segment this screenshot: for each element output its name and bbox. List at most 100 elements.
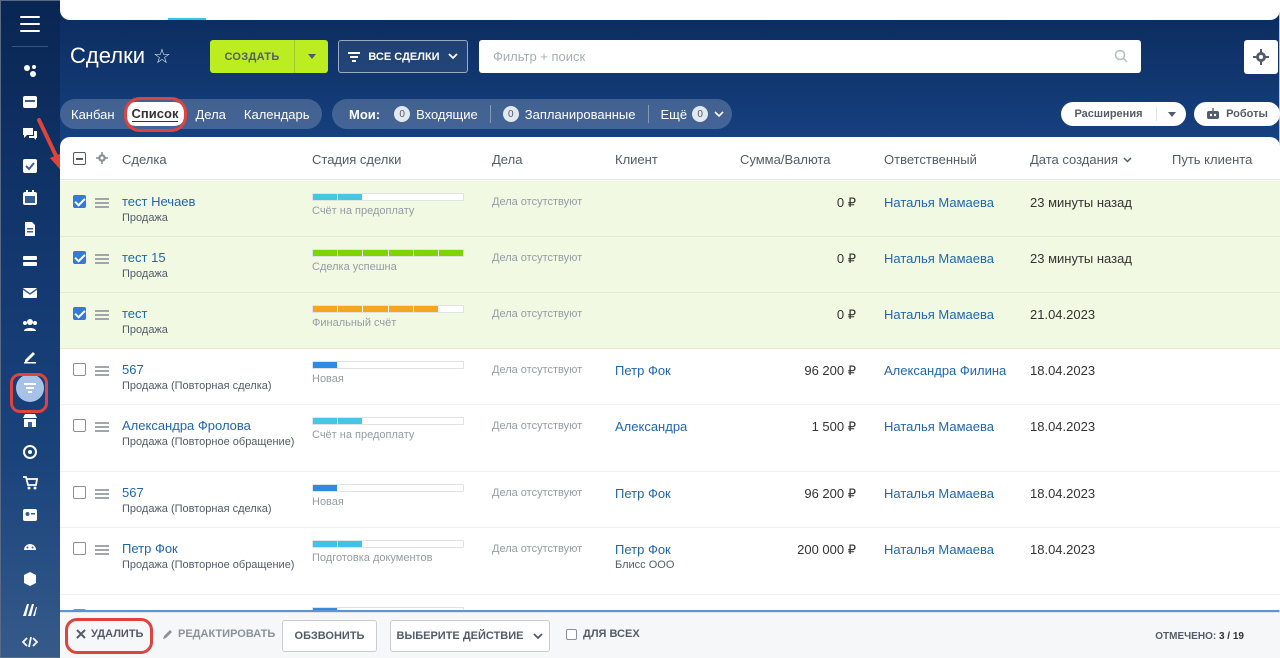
stage-segment[interactable] [438, 194, 464, 200]
responsible-link[interactable]: Наталья Мамаева [884, 542, 994, 557]
stage-segment[interactable] [313, 485, 339, 491]
robots-button[interactable]: Роботы [1194, 102, 1280, 126]
deal-title-link[interactable]: тест 15 [122, 250, 302, 266]
create-button-label[interactable]: СОЗДАТЬ [210, 40, 294, 73]
drag-handle-icon[interactable] [95, 198, 109, 208]
sidebar-item-feed[interactable] [0, 55, 60, 87]
search-input[interactable] [479, 40, 1141, 73]
responsible-link[interactable]: Наталья Мамаева [884, 486, 994, 501]
client-link[interactable]: Александра [615, 419, 687, 434]
stage-segment[interactable] [388, 250, 414, 256]
deal-title-link[interactable]: тест Нечаев [122, 194, 302, 210]
sidebar-item-employees[interactable] [0, 309, 60, 341]
sidebar-item-contacts[interactable] [0, 499, 60, 531]
menu-icon[interactable] [20, 16, 40, 32]
row-checkbox[interactable] [73, 251, 86, 264]
sidebar-item-sites[interactable] [0, 595, 60, 627]
select-all-checkbox[interactable] [73, 152, 86, 165]
stage-progress-bar[interactable] [312, 361, 464, 369]
stage-segment[interactable] [313, 250, 339, 256]
stage-segment[interactable] [413, 306, 439, 312]
stage-segment[interactable] [338, 250, 364, 256]
filter-planned[interactable]: 0 Запланированные [502, 106, 636, 122]
stage-segment[interactable] [363, 541, 389, 547]
stage-segment[interactable] [363, 362, 389, 368]
client-link[interactable]: Петр Фок [615, 542, 674, 557]
choose-action-select[interactable]: ВЫБЕРИТЕ ДЕЙСТВИЕ [390, 620, 550, 652]
row-checkbox[interactable] [73, 486, 86, 499]
stage-progress-bar[interactable] [312, 417, 464, 425]
view-activities[interactable]: Дела [186, 107, 234, 122]
sidebar-item-cube[interactable] [0, 563, 60, 595]
settings-button[interactable] [1244, 40, 1278, 74]
stage-segment[interactable] [338, 362, 364, 368]
stage-segment[interactable] [338, 306, 364, 312]
deal-title-link[interactable]: Александра Фролова [122, 418, 302, 434]
sidebar-item-mail[interactable] [0, 277, 60, 309]
stage-segment[interactable] [313, 306, 339, 312]
client-link[interactable]: Петр Фок [615, 486, 671, 501]
responsible-link[interactable]: Наталья Мамаева [884, 195, 994, 210]
table-row[interactable]: тест 15 Продажа Сделка успешна Дела отсу… [60, 237, 1280, 293]
stage-segment[interactable] [388, 485, 414, 491]
stage-progress-bar[interactable] [312, 249, 464, 257]
stage-segment[interactable] [413, 362, 439, 368]
sidebar-item-drive[interactable] [0, 245, 60, 277]
delete-button[interactable]: УДАЛИТЬ [76, 628, 143, 640]
row-checkbox[interactable] [73, 609, 86, 610]
stage-segment[interactable] [313, 541, 339, 547]
drag-handle-icon[interactable] [95, 545, 109, 555]
stage-segment[interactable] [363, 194, 389, 200]
stage-segment[interactable] [438, 362, 464, 368]
call-button[interactable]: ОБЗВОНИТЬ [282, 620, 377, 652]
create-dropdown-toggle[interactable] [294, 40, 328, 73]
stage-progress-bar[interactable] [312, 193, 464, 201]
stage-progress-bar[interactable] [312, 540, 464, 548]
responsible-link[interactable]: Наталья Мамаева [884, 251, 994, 266]
search-icon[interactable] [1114, 49, 1128, 63]
row-checkbox[interactable] [73, 195, 86, 208]
table-row[interactable] [60, 595, 1280, 610]
stage-segment[interactable] [413, 485, 439, 491]
stage-segment[interactable] [313, 194, 339, 200]
column-header-amount[interactable]: Сумма/Валюта [740, 152, 830, 167]
stage-progress-bar[interactable] [312, 305, 464, 313]
deal-title-link[interactable]: 567 [122, 362, 302, 378]
sidebar-item-calendar[interactable] [0, 182, 60, 214]
filter-more[interactable]: Ещё 0 [661, 106, 725, 122]
stage-segment[interactable] [338, 418, 364, 424]
drag-handle-icon[interactable] [95, 489, 109, 499]
row-checkbox[interactable] [73, 419, 86, 432]
deal-title-link[interactable]: Петр Фок [122, 541, 302, 557]
stage-segment[interactable] [438, 306, 464, 312]
drag-handle-icon[interactable] [95, 366, 109, 376]
stage-segment[interactable] [388, 362, 414, 368]
stage-segment[interactable] [413, 250, 439, 256]
stage-progress-bar[interactable] [312, 484, 464, 492]
column-header-stage[interactable]: Стадия сделки [312, 152, 401, 167]
sidebar-item-sign[interactable] [0, 341, 60, 373]
for-all-toggle[interactable]: ДЛЯ ВСЕХ [566, 628, 640, 640]
sidebar-item-documents[interactable] [0, 214, 60, 246]
stage-segment[interactable] [388, 194, 414, 200]
row-checkbox[interactable] [73, 307, 86, 320]
view-kanban[interactable]: Канбан [60, 107, 124, 122]
create-button[interactable]: СОЗДАТЬ [210, 40, 328, 73]
stage-segment[interactable] [388, 418, 414, 424]
stage-segment[interactable] [363, 250, 389, 256]
responsible-link[interactable]: Александра Филина [884, 363, 1006, 378]
stage-segment[interactable] [338, 541, 364, 547]
stage-segment[interactable] [363, 485, 389, 491]
extensions-button[interactable]: Расширения [1061, 102, 1186, 126]
stage-segment[interactable] [363, 418, 389, 424]
table-row[interactable]: Александра Фролова Продажа (Повторное об… [60, 405, 1280, 472]
stage-segment[interactable] [388, 306, 414, 312]
column-header-journey[interactable]: Путь клиента [1172, 152, 1252, 167]
drag-handle-icon[interactable] [95, 422, 109, 432]
filter-incoming[interactable]: 0 Входящие [394, 106, 478, 122]
sidebar-item-robot[interactable] [0, 531, 60, 563]
column-header-deal[interactable]: Сделка [122, 152, 167, 167]
column-header-client[interactable]: Клиент [615, 152, 658, 167]
stage-segment[interactable] [363, 306, 389, 312]
view-calendar[interactable]: Календарь [235, 107, 319, 122]
